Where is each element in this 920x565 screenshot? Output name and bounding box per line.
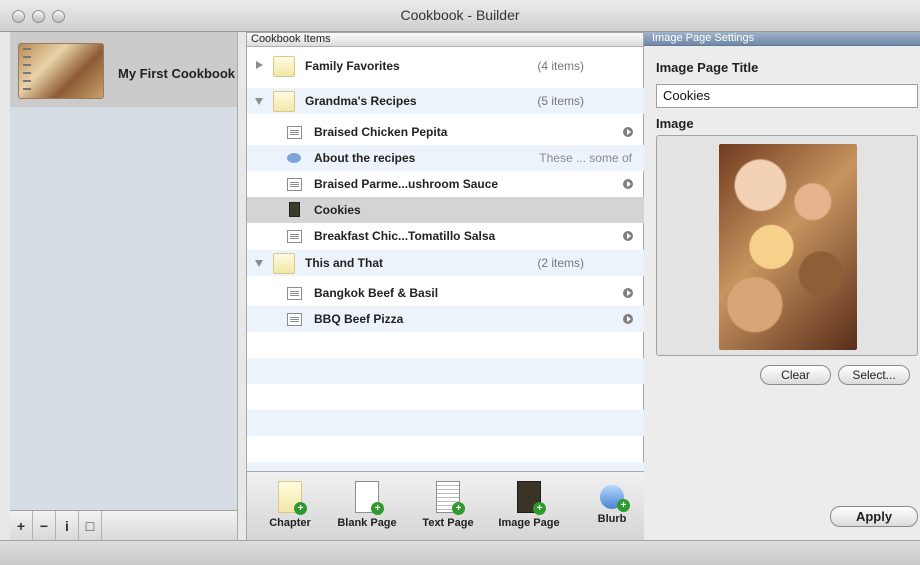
empty-row bbox=[247, 410, 644, 436]
blurb-excerpt: These ... some of bbox=[539, 151, 632, 165]
toolbar-label: Image Page bbox=[498, 517, 560, 529]
text-page-icon bbox=[287, 287, 302, 300]
image-well[interactable] bbox=[656, 135, 918, 356]
text-page-icon bbox=[287, 178, 302, 191]
blank-page-icon: + bbox=[355, 481, 384, 515]
add-chapter-button[interactable]: + Chapter bbox=[257, 481, 323, 539]
chapter-row[interactable]: Family Favorites (4 items) bbox=[247, 53, 644, 79]
blurb-icon: + bbox=[600, 485, 630, 512]
image-page-title-input[interactable]: Cookies bbox=[656, 84, 918, 108]
cookbook-list-item[interactable]: My First Cookbook bbox=[10, 32, 237, 107]
chapter-count: (5 items) bbox=[537, 94, 584, 108]
page-label: About the recipes bbox=[314, 151, 416, 165]
add-cookbook-button[interactable]: + bbox=[10, 511, 33, 540]
plus-icon: + bbox=[294, 502, 307, 515]
add-text-page-button[interactable]: + Text Page bbox=[415, 481, 481, 539]
clear-button[interactable]: Clear bbox=[760, 365, 831, 385]
text-page-icon bbox=[287, 230, 302, 243]
page-label: Bangkok Beef & Basil bbox=[314, 286, 439, 300]
plus-icon: + bbox=[617, 499, 630, 512]
page-label: BBQ Beef Pizza bbox=[314, 312, 404, 326]
chapter-label: This and That bbox=[305, 256, 383, 270]
chapter-disclosure-icon[interactable] bbox=[255, 260, 263, 267]
plus-icon: + bbox=[371, 502, 384, 515]
cookbook-items-header: Cookbook Items bbox=[247, 33, 643, 47]
image-page-settings-header: Image Page Settings bbox=[644, 32, 920, 46]
toolbar-label: Blurb bbox=[597, 513, 627, 525]
empty-row bbox=[247, 358, 644, 384]
page-label: Braised Chicken Pepita bbox=[314, 125, 448, 139]
chapter-label: Family Favorites bbox=[305, 59, 400, 73]
blurb-icon bbox=[287, 153, 301, 163]
page-row[interactable]: Breakfast Chic...Tomatillo Salsa bbox=[247, 223, 644, 249]
plus-icon: + bbox=[533, 502, 546, 515]
toolbar-label: Chapter bbox=[269, 517, 311, 529]
cookbook-cover-thumbnail bbox=[18, 43, 104, 99]
status-bar bbox=[0, 540, 920, 565]
cookie-image bbox=[719, 144, 857, 350]
add-blank-page-button[interactable]: + Blank Page bbox=[334, 481, 400, 539]
window-title: Cookbook - Builder bbox=[400, 7, 520, 23]
chapter-row[interactable]: This and That (2 items) bbox=[247, 250, 644, 276]
new-page-button[interactable]: □ bbox=[79, 511, 102, 540]
chapter-icon bbox=[273, 56, 295, 77]
plus-icon: + bbox=[452, 502, 465, 515]
cookbook-title: My First Cookbook bbox=[118, 66, 236, 81]
text-page-icon: + bbox=[436, 481, 465, 515]
page-row[interactable]: Braised Chicken Pepita bbox=[247, 119, 644, 145]
text-page-icon bbox=[287, 313, 302, 326]
toolbar-label: Text Page bbox=[422, 517, 474, 529]
chapter-icon: + bbox=[278, 481, 307, 515]
go-arrow-icon[interactable] bbox=[623, 314, 633, 324]
page-row[interactable]: About the recipes These ... some of bbox=[247, 145, 644, 171]
text-page-icon bbox=[287, 126, 302, 139]
add-blurb-button[interactable]: + Blurb bbox=[579, 481, 645, 539]
sidebar-toolbar: + − i □ bbox=[10, 510, 238, 540]
chapter-count: (4 items) bbox=[537, 59, 584, 73]
page-label: Breakfast Chic...Tomatillo Salsa bbox=[314, 229, 496, 243]
add-image-page-button[interactable]: + Image Page bbox=[496, 481, 562, 539]
remove-cookbook-button[interactable]: − bbox=[33, 511, 56, 540]
add-item-toolbar: + Chapter + Blank Page + Text Page + Ima… bbox=[247, 471, 644, 540]
page-row-selected[interactable]: Cookies bbox=[247, 197, 644, 223]
image-page-icon: + bbox=[517, 481, 546, 515]
chapter-count: (2 items) bbox=[537, 256, 584, 270]
page-label: Braised Parme...ushroom Sauce bbox=[314, 177, 499, 191]
go-arrow-icon[interactable] bbox=[623, 179, 633, 189]
apply-button[interactable]: Apply bbox=[830, 506, 918, 527]
image-label: Image bbox=[656, 116, 694, 131]
image-page-settings-panel: Image Page Settings Image Page Title Coo… bbox=[644, 32, 920, 540]
chapter-icon bbox=[273, 253, 295, 274]
chapter-disclosure-icon[interactable] bbox=[256, 61, 263, 69]
info-button[interactable]: i bbox=[56, 511, 79, 540]
title-bar: Cookbook - Builder bbox=[0, 0, 920, 32]
go-arrow-icon[interactable] bbox=[623, 127, 633, 137]
chapter-label: Grandma's Recipes bbox=[305, 94, 417, 108]
cookbook-sidebar: My First Cookbook bbox=[10, 32, 238, 540]
image-page-title-label: Image Page Title bbox=[656, 60, 759, 75]
page-row[interactable]: Braised Parme...ushroom Sauce bbox=[247, 171, 644, 197]
select-button[interactable]: Select... bbox=[838, 365, 910, 385]
chapter-icon bbox=[273, 91, 295, 112]
go-arrow-icon[interactable] bbox=[623, 231, 633, 241]
chapter-row[interactable]: Grandma's Recipes (5 items) bbox=[247, 88, 644, 114]
cookbook-items-panel: Cookbook Items Family Favorites (4 items… bbox=[246, 32, 644, 540]
toolbar-label: Blank Page bbox=[337, 517, 397, 529]
page-label: Cookies bbox=[314, 203, 361, 217]
go-arrow-icon[interactable] bbox=[623, 288, 633, 298]
page-row[interactable]: Bangkok Beef & Basil bbox=[247, 280, 644, 306]
chapter-disclosure-icon[interactable] bbox=[255, 98, 263, 105]
page-row[interactable]: BBQ Beef Pizza bbox=[247, 306, 644, 332]
image-page-icon bbox=[289, 202, 300, 217]
